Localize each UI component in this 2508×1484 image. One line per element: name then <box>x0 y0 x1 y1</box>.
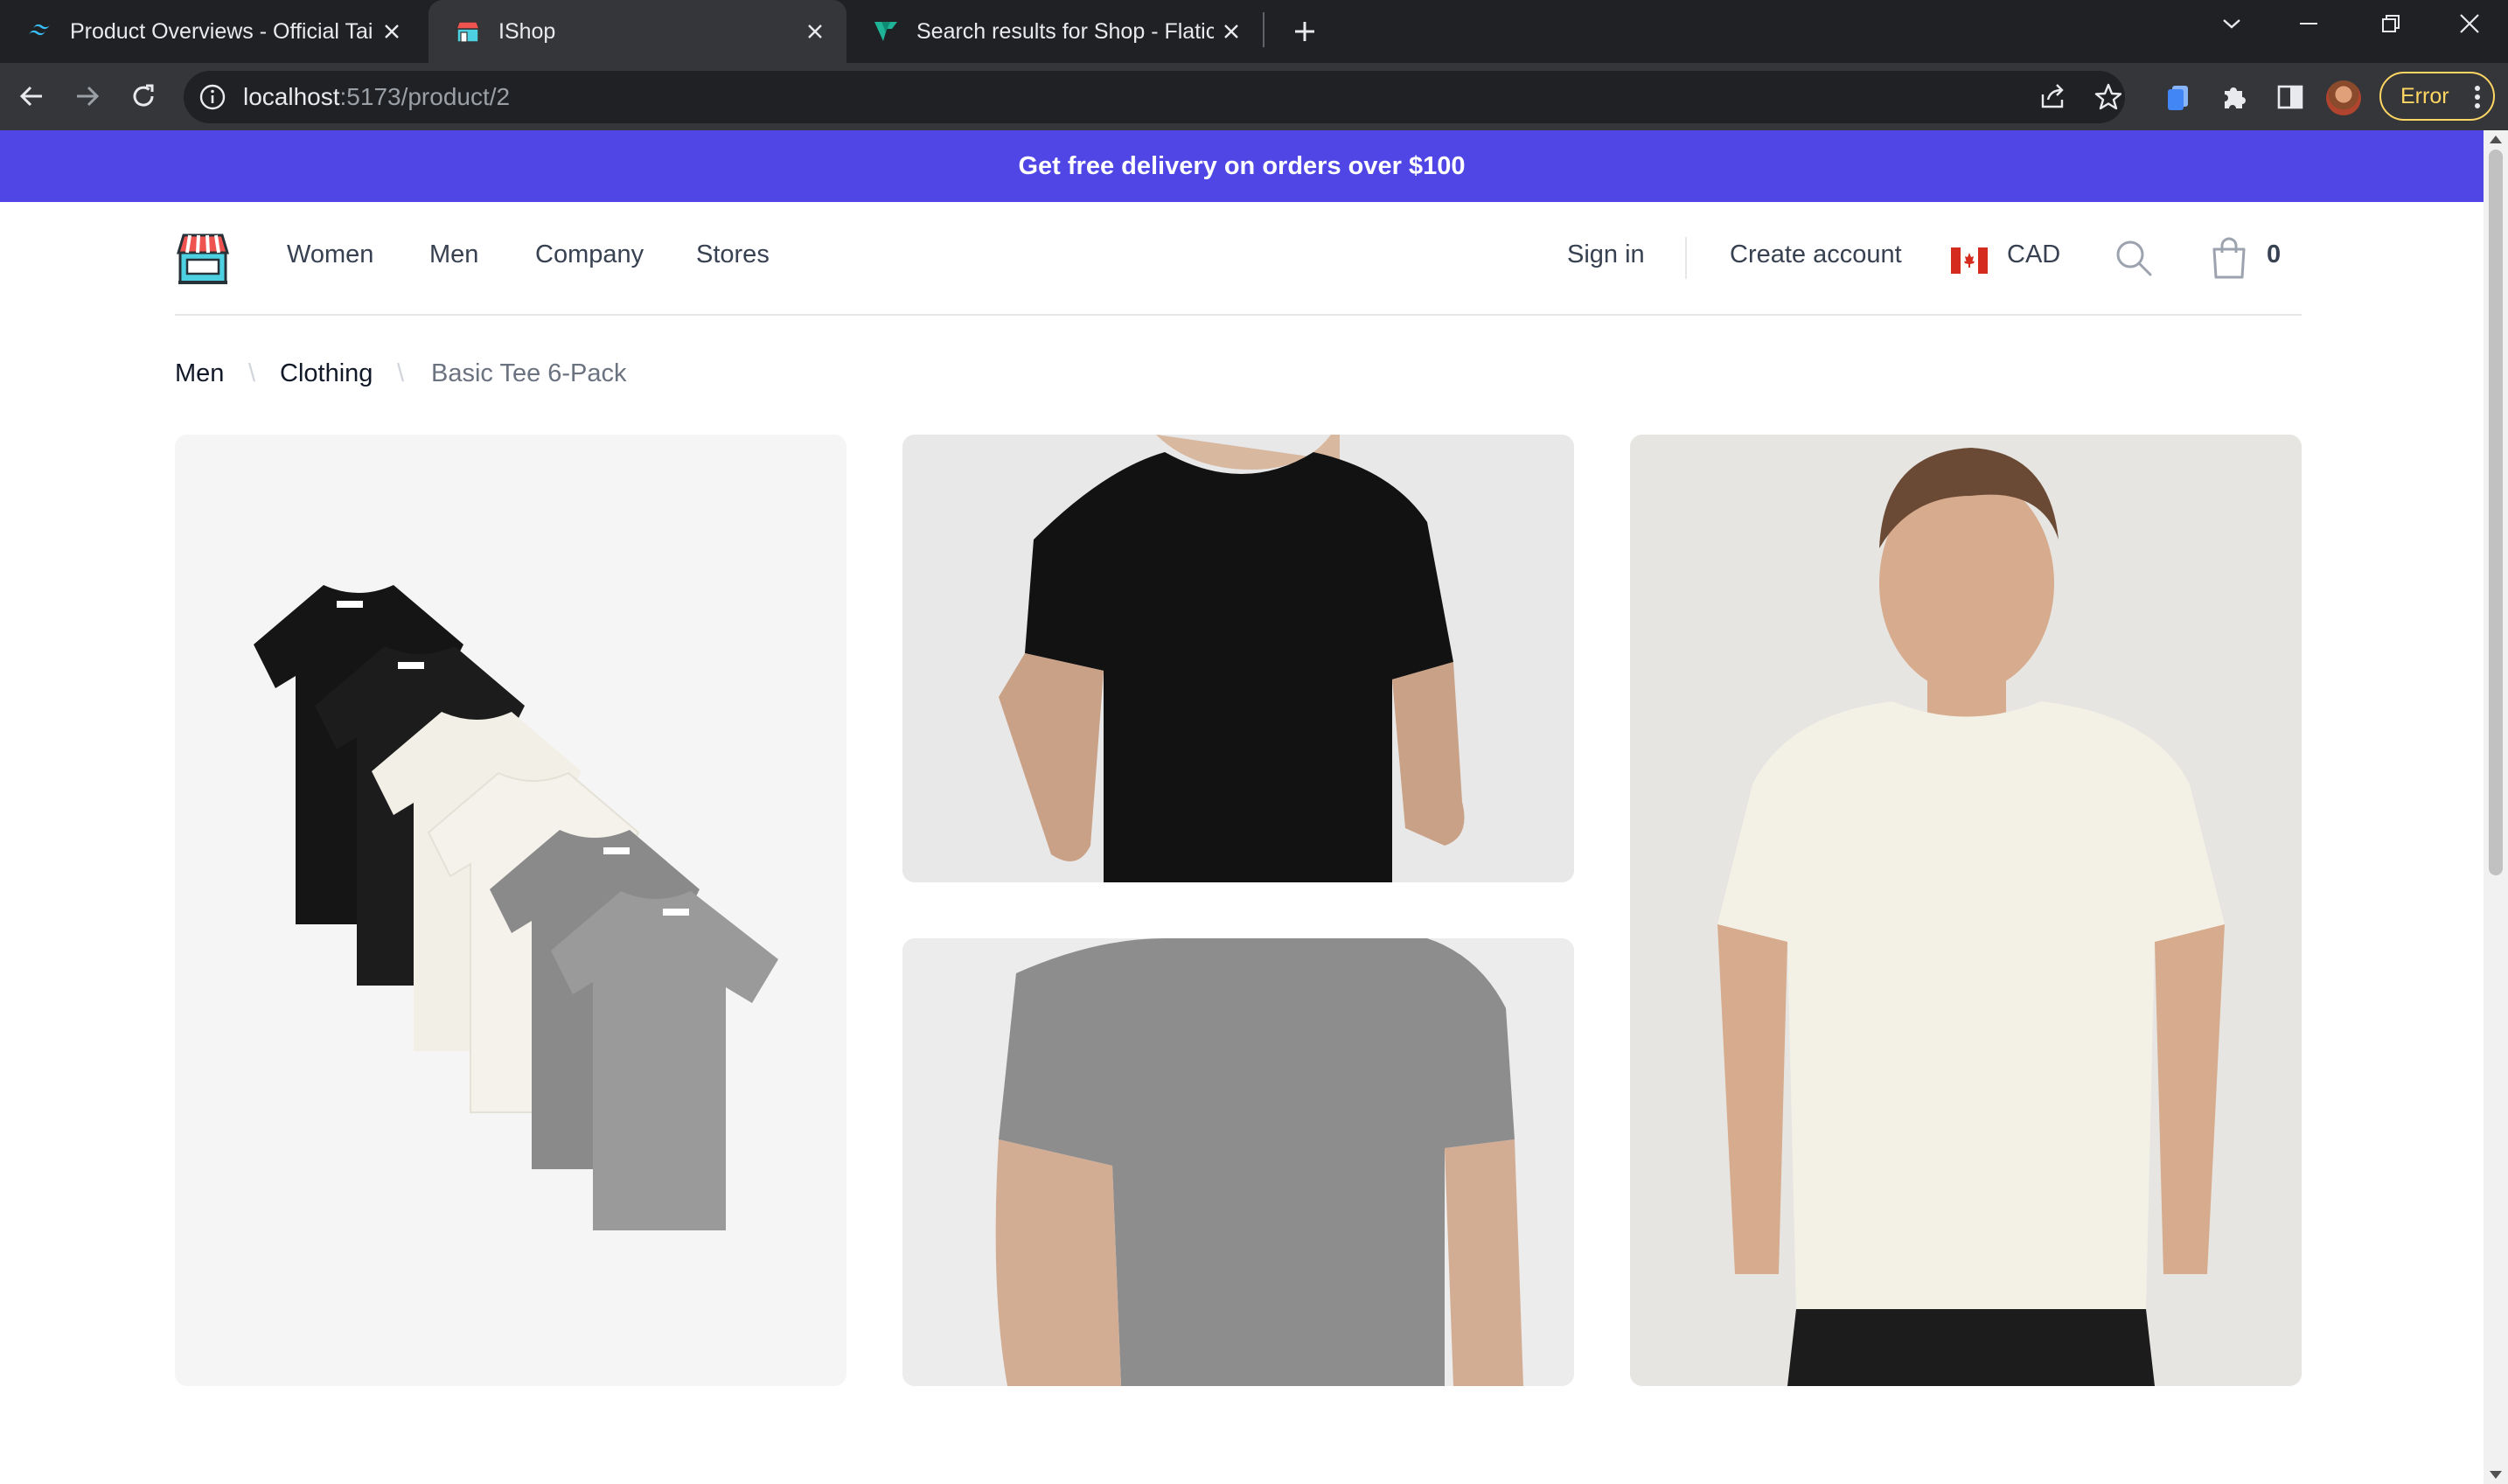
side-panel-icon[interactable] <box>2272 79 2309 115</box>
close-icon[interactable] <box>374 14 409 49</box>
search-icon[interactable] <box>2114 239 2153 277</box>
profile-error-button[interactable]: Error <box>2379 72 2495 121</box>
new-tab-button[interactable] <box>1284 10 1326 52</box>
tab-title: IShop <box>498 18 556 44</box>
scroll-up-arrow-icon[interactable] <box>2490 136 2502 143</box>
tab-search-chevron-icon[interactable] <box>2200 0 2263 47</box>
scroll-thumb[interactable] <box>2489 150 2503 875</box>
product-image-black-tee <box>902 435 1574 882</box>
promo-text: Get free delivery on orders over $100 <box>1018 151 1466 180</box>
breadcrumb-current[interactable]: Basic Tee 6-Pack <box>431 359 627 388</box>
address-bar[interactable]: localhost:5173/product/2 <box>184 71 2125 123</box>
breadcrumb-separator: \ <box>397 359 405 387</box>
more-vert-icon <box>2475 86 2480 108</box>
nav-company[interactable]: Company <box>535 240 644 269</box>
tab-title: Search results for Shop - Flaticon <box>916 18 1214 44</box>
browser-tab-active[interactable]: IShop <box>428 0 846 63</box>
product-image-tee-pack <box>175 435 846 1386</box>
promo-banner: Get free delivery on orders over $100 <box>0 130 2484 202</box>
nav-women[interactable]: Women <box>287 240 373 269</box>
tab-separator <box>1263 12 1264 47</box>
tab-title: Product Overviews - Official Tailw <box>70 18 374 44</box>
breadcrumb-item-men[interactable]: Men <box>175 359 224 388</box>
browser-tab-bar: Product Overviews - Official Tailw IShop… <box>0 0 2508 63</box>
restore-icon[interactable] <box>2359 0 2422 47</box>
nav-stores[interactable]: Stores <box>696 240 770 269</box>
page-viewport: Get free delivery on orders over $100 Wo… <box>0 130 2484 1484</box>
shopping-bag-icon <box>2212 237 2246 279</box>
back-arrow-icon[interactable] <box>9 73 54 119</box>
shop-icon <box>455 21 481 43</box>
url-path: :5173/product/2 <box>339 83 511 110</box>
scroll-down-arrow-icon[interactable] <box>2490 1471 2502 1479</box>
extension-docs-icon[interactable] <box>2160 79 2197 115</box>
currency-selector[interactable]: CAD <box>1951 202 2073 316</box>
close-icon[interactable] <box>798 14 833 49</box>
site-header: Women Men Company Stores Sign in Create … <box>175 202 2302 316</box>
browser-tab[interactable]: Search results for Shop - Flaticon <box>846 0 1263 63</box>
sign-in-link[interactable]: Sign in <box>1567 240 1645 269</box>
tailwind-icon <box>29 24 50 36</box>
breadcrumb-item-clothing[interactable]: Clothing <box>280 359 373 388</box>
browser-tab[interactable]: Product Overviews - Official Tailw <box>0 0 423 63</box>
url-host: localhost <box>243 83 340 110</box>
error-label: Error <box>2400 83 2449 108</box>
product-image-gray-tee <box>902 938 1574 1386</box>
forward-arrow-icon[interactable] <box>65 73 110 119</box>
currency-label: CAD <box>2007 240 2061 268</box>
bookmark-star-icon[interactable] <box>2090 79 2127 115</box>
info-icon[interactable] <box>198 82 227 112</box>
header-divider <box>1685 237 1687 279</box>
reload-icon[interactable] <box>121 73 166 119</box>
nav-men[interactable]: Men <box>429 240 478 269</box>
shop-logo-icon[interactable] <box>175 230 231 286</box>
browser-toolbar: localhost:5173/product/2 Error <box>0 63 2508 130</box>
canada-flag-icon <box>1951 247 1988 274</box>
extensions-puzzle-icon[interactable] <box>2216 79 2253 115</box>
product-image-white-tee <box>1630 435 2302 1386</box>
profile-avatar[interactable] <box>2326 80 2361 115</box>
cart-button[interactable]: 0 <box>2211 202 2302 316</box>
cart-count: 0 <box>2267 240 2282 268</box>
close-window-icon[interactable] <box>2438 0 2501 47</box>
create-account-link[interactable]: Create account <box>1730 240 1902 269</box>
flaticon-icon <box>874 22 897 41</box>
minimize-icon[interactable] <box>2277 0 2340 47</box>
share-icon[interactable] <box>2034 79 2071 115</box>
close-icon[interactable] <box>1214 14 1249 49</box>
page-scrollbar[interactable] <box>2484 130 2508 1484</box>
breadcrumb-separator: \ <box>248 359 256 387</box>
